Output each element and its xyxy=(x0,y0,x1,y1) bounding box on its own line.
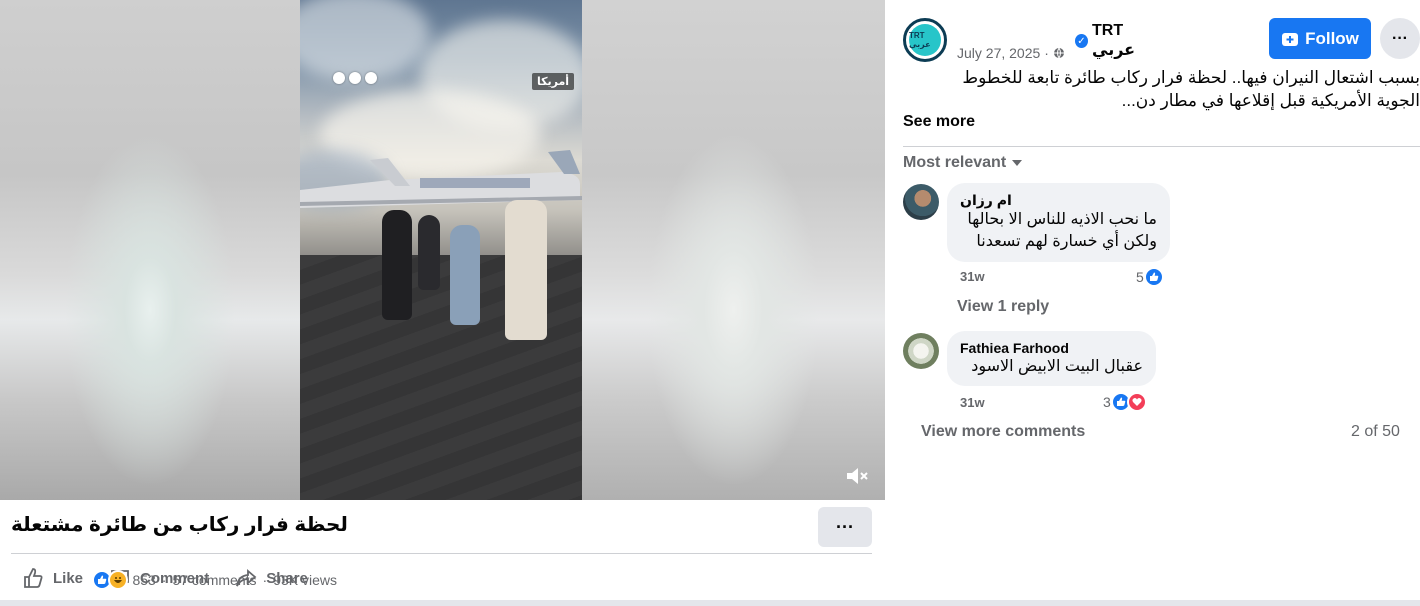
divider xyxy=(11,553,872,554)
comment-reaction-count: 5 xyxy=(1136,269,1144,285)
follow-label: Follow xyxy=(1305,28,1359,48)
video-blur-background-left xyxy=(0,0,300,500)
chevron-down-icon xyxy=(1012,160,1023,166)
commenter-avatar[interactable] xyxy=(903,333,939,369)
verified-badge-icon: ✓ xyxy=(1075,34,1088,48)
video-blur-background-right xyxy=(582,0,885,500)
comment-count[interactable]: 57 comments xyxy=(172,572,256,588)
like-reaction-icon xyxy=(1143,267,1164,287)
post-title: لحظة فرار ركاب من طائرة مشتعلة xyxy=(11,514,348,536)
passenger-figure xyxy=(505,200,547,340)
comment-text: ما نحب الاذيه للناس الا بحالها xyxy=(967,211,1157,228)
loading-dots-icon xyxy=(333,72,377,84)
like-button[interactable]: Like xyxy=(22,567,83,589)
passenger-figure xyxy=(450,225,480,325)
view-count: 93K views xyxy=(273,572,337,588)
comment-reactions[interactable]: 3 xyxy=(1103,392,1147,412)
comment-time[interactable]: 31w xyxy=(960,269,985,284)
video-area[interactable]: أمريكا xyxy=(0,0,885,500)
view-more-comments-link[interactable]: View more comments xyxy=(921,423,1085,441)
post-description: بسبب اشتعال النيران فيها.. لحظة فرار ركا… xyxy=(962,68,1420,110)
comment-sort-dropdown[interactable]: Most relevant xyxy=(903,154,1023,172)
post-more-button[interactable]: ··· xyxy=(818,507,872,547)
bottom-edge xyxy=(0,600,1420,606)
view-reply-link[interactable]: View 1 reply xyxy=(957,298,1049,316)
comment-bubble: Fathiea Farhood عقبال البيت الابيض الاسو… xyxy=(947,331,1156,386)
speaker-muted-icon[interactable] xyxy=(843,463,869,489)
page-avatar[interactable]: TRT عربي xyxy=(903,18,947,62)
stats-separator: · xyxy=(262,572,268,588)
passenger-figure xyxy=(382,210,412,320)
stats-separator: · xyxy=(161,572,167,588)
date-separator: · xyxy=(1044,45,1049,61)
post-stats: 853 · 57 comments · 93K views xyxy=(92,570,337,590)
post-details-sidebar: TRT عربي ✓ TRT عربي July 27, 2025 · Foll… xyxy=(885,0,1420,600)
globe-icon xyxy=(1053,47,1064,59)
follow-icon xyxy=(1282,32,1299,46)
page-name[interactable]: TRT عربي xyxy=(1092,22,1165,60)
comment-author[interactable]: ام رزان xyxy=(960,192,1157,209)
haha-reaction-icon xyxy=(108,570,129,590)
page-name-row[interactable]: ✓ TRT عربي xyxy=(1075,22,1165,60)
comment-author[interactable]: Fathiea Farhood xyxy=(960,340,1143,356)
post-date-row: July 27, 2025 · xyxy=(957,45,1065,61)
see-more-link[interactable]: See more xyxy=(903,113,975,131)
location-tag: أمريكا xyxy=(532,73,575,90)
thumbs-up-icon xyxy=(24,568,43,588)
comment-time[interactable]: 31w xyxy=(960,395,985,410)
comment-pager: 2 of 50 xyxy=(1351,423,1400,440)
page-logo: TRT عربي xyxy=(909,24,941,56)
video-post-panel: أمريكا لحظة فرار ركاب من طائرة مشتعلة ··… xyxy=(0,0,885,606)
comment-text: عقبال البيت الابيض الاسود xyxy=(971,358,1143,375)
comment-text: ولكن أي خسارة لهم تسعدنا xyxy=(976,233,1157,250)
passenger-figure xyxy=(418,215,440,290)
divider xyxy=(903,146,1420,147)
post-date[interactable]: July 27, 2025 xyxy=(957,45,1040,61)
commenter-avatar[interactable] xyxy=(903,184,939,220)
sidebar-more-button[interactable]: ··· xyxy=(1380,18,1420,59)
reaction-count[interactable]: 853 xyxy=(132,572,155,588)
love-reaction-icon xyxy=(1126,392,1147,412)
like-label: Like xyxy=(53,569,84,587)
comment-reaction-count: 3 xyxy=(1103,394,1111,410)
comment-bubble: ام رزان ما نحب الاذيه للناس الا بحالها و… xyxy=(947,183,1170,262)
follow-button[interactable]: Follow xyxy=(1269,18,1371,59)
comment-reactions[interactable]: 5 xyxy=(1136,267,1164,287)
sort-label: Most relevant xyxy=(903,154,1007,171)
